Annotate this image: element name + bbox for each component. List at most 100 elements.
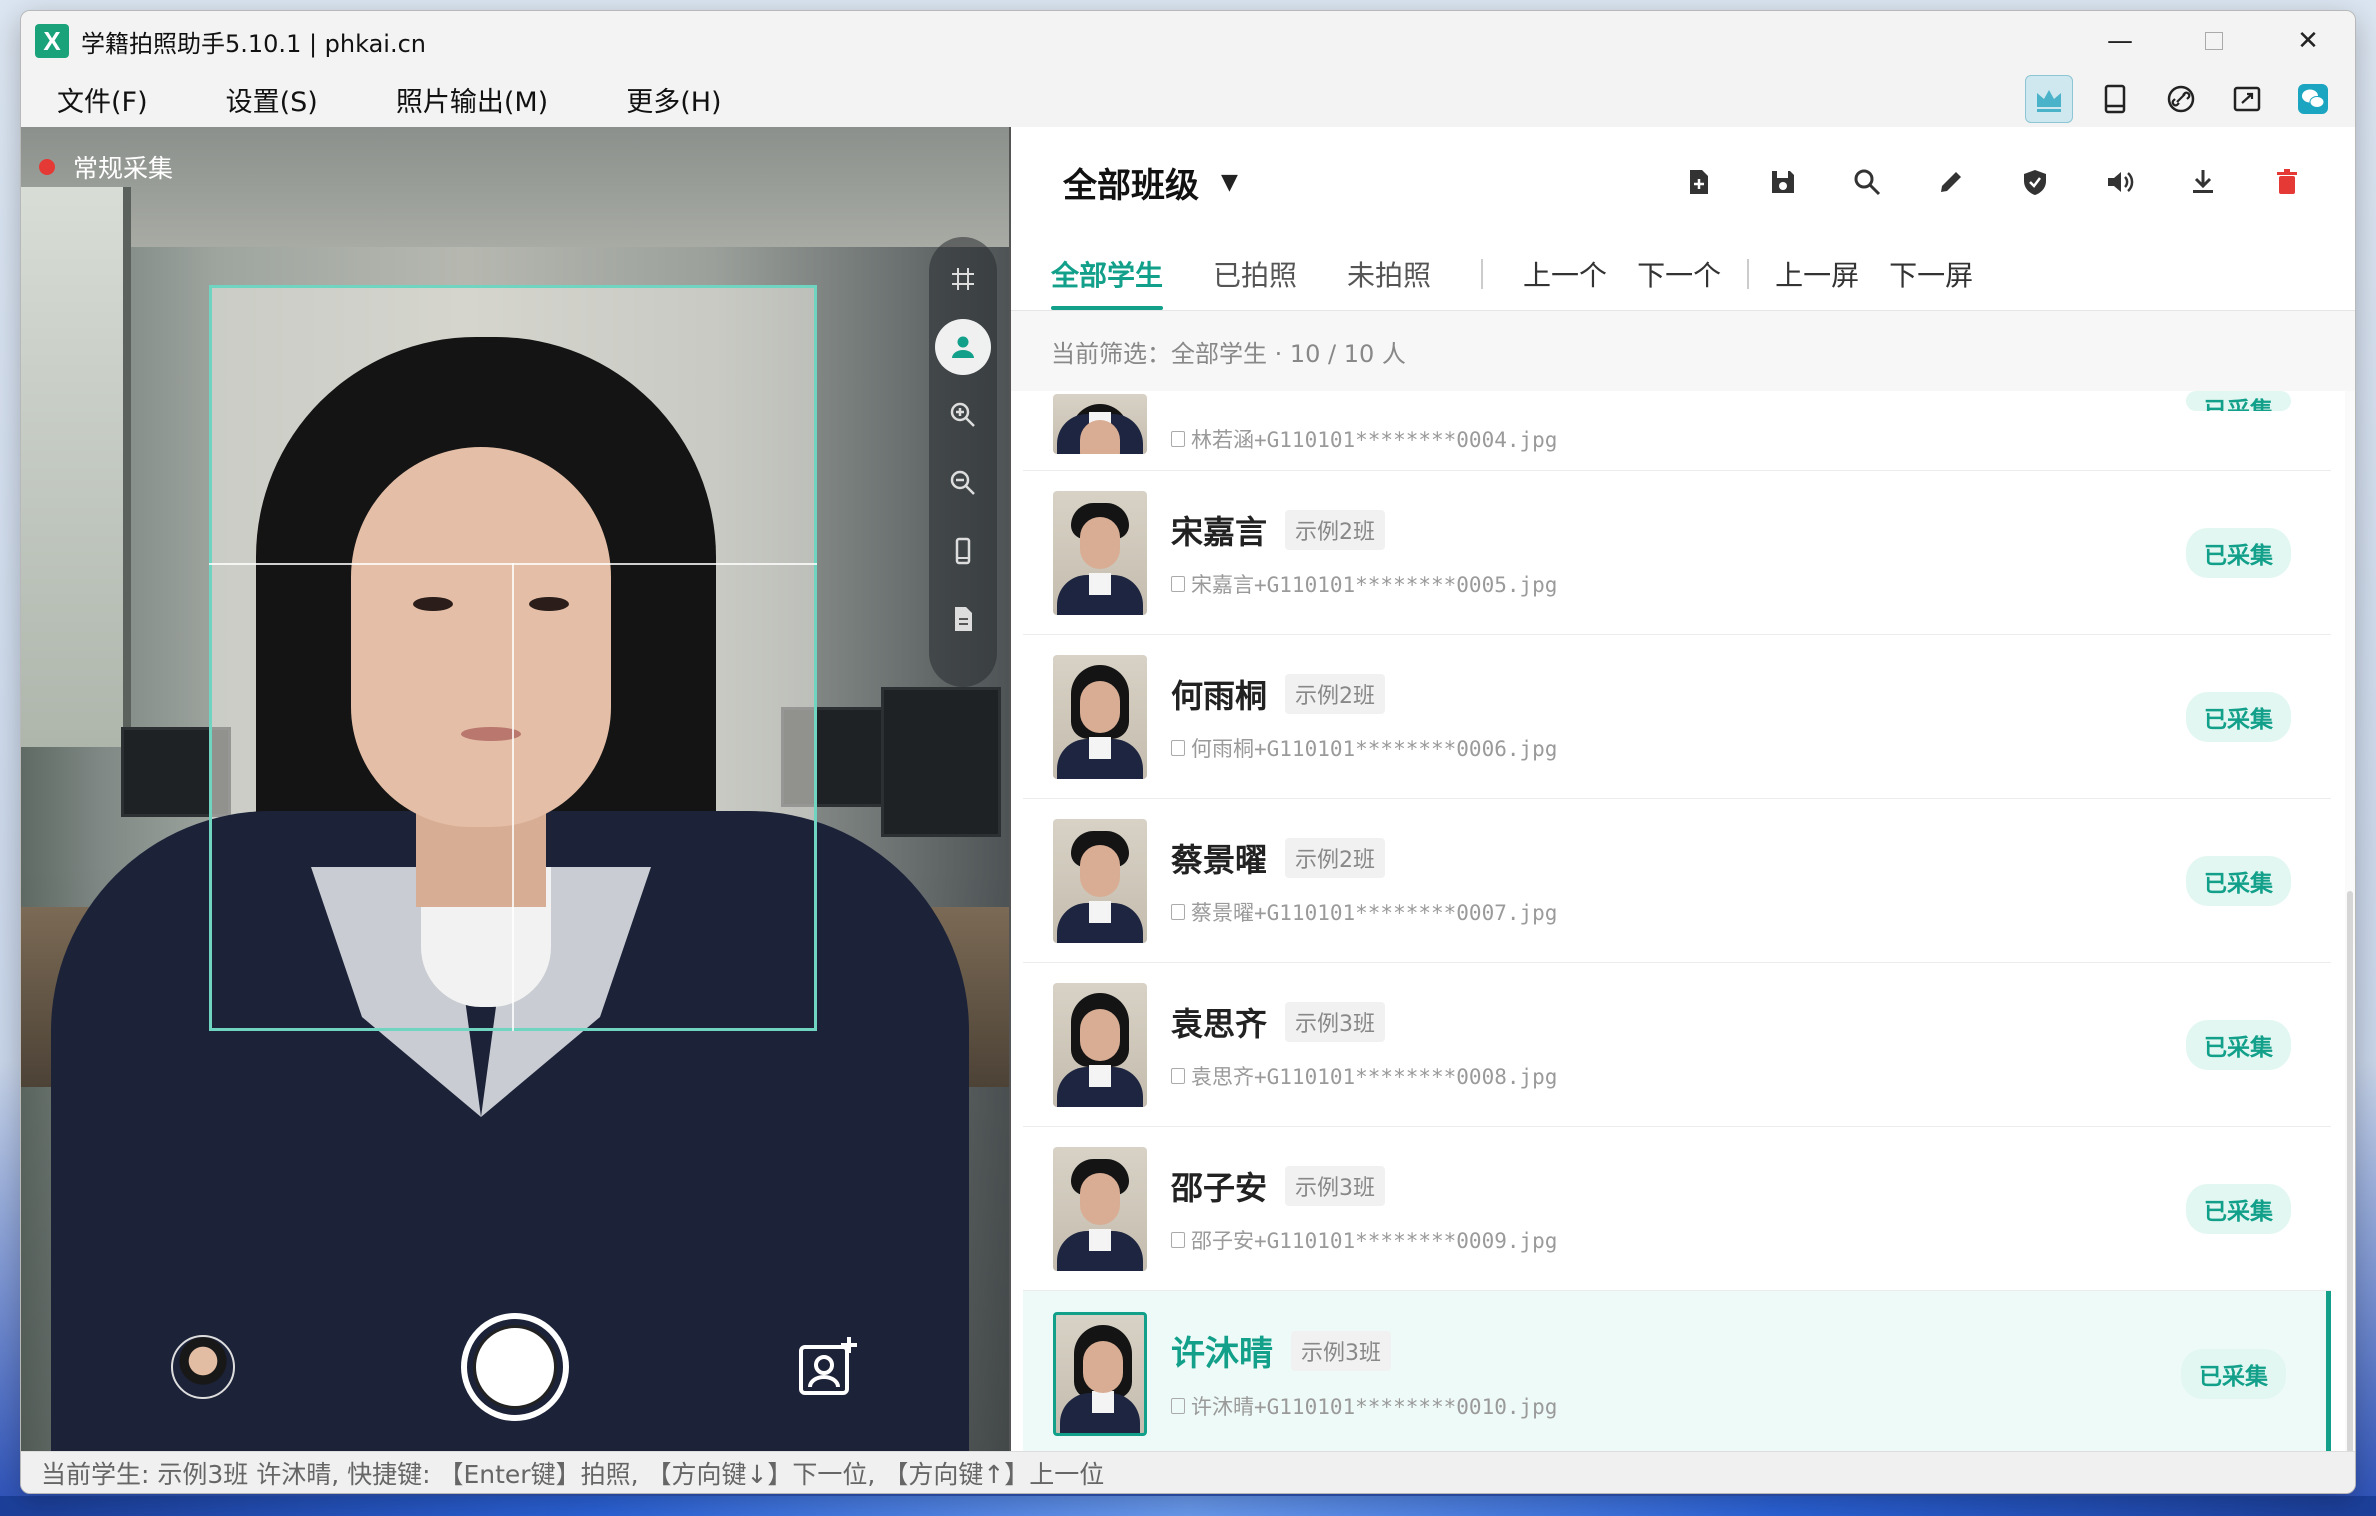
shutter-inner (473, 1325, 557, 1409)
file-icon (1171, 903, 1185, 920)
window-title: 学籍拍照助手5.10.1 | phkai.cn (81, 29, 427, 58)
app-logo-icon: X (35, 24, 69, 58)
student-photo (1053, 1311, 1147, 1436)
divider (1481, 258, 1484, 289)
search-icon[interactable] (1825, 152, 1909, 212)
tablet-icon[interactable] (2091, 75, 2139, 123)
crown-icon[interactable] (2025, 75, 2073, 123)
add-portrait-icon[interactable] (795, 1333, 863, 1401)
menu-toolbar (2025, 75, 2337, 123)
student-info: 袁思齐 示例3班 袁思齐+G110101********0008.jpg (1171, 999, 1557, 1091)
screen-sync-icon[interactable] (2223, 75, 2271, 123)
close-button[interactable]: ✕ (2261, 11, 2355, 71)
student-row[interactable]: 许沐晴 示例3班 许沐晴+G110101********0010.jpg 已采集 (1023, 1291, 2331, 1451)
shutter-button[interactable] (461, 1313, 569, 1421)
photo-collar (1089, 572, 1111, 595)
class-selector[interactable]: 全部班级 (1063, 158, 1199, 207)
student-photo (1053, 490, 1147, 615)
main-area: 常规采集 全部班级 ▼ 全部学生 已拍照 未拍照 上一个 下一个 上一屏 下一屏… (21, 127, 2355, 1491)
delete-icon[interactable] (2245, 152, 2329, 212)
student-name: 蔡景曜 (1171, 840, 1268, 879)
minimize-button[interactable]: — (2073, 11, 2167, 71)
student-photo (1053, 982, 1147, 1107)
file-line: 袁思齐+G110101********0008.jpg (1171, 1061, 1557, 1091)
next-student-button[interactable]: 下一个 (1637, 254, 1721, 294)
shield-icon[interactable] (1993, 152, 2077, 212)
file-line: 许沐晴+G110101********0010.jpg (1171, 1391, 1557, 1421)
menu-photo-output[interactable]: 照片输出(M) (396, 80, 548, 119)
photo-face (1080, 1172, 1120, 1225)
photo-collar (1089, 900, 1111, 923)
student-info: 邵子安 示例3班 邵子安+G110101********0009.jpg (1171, 1163, 1557, 1255)
wechat-icon[interactable] (2289, 75, 2337, 123)
panel-tools (1657, 152, 2329, 212)
status-badge: 已采集 (2186, 1183, 2291, 1234)
tab-photographed[interactable]: 已拍照 (1213, 237, 1297, 310)
camera-preview[interactable]: 常规采集 (21, 127, 1011, 1451)
status-badge: 已采集 (2186, 391, 2291, 411)
student-row[interactable]: 何雨桐 示例2班 何雨桐+G110101********0006.jpg 已采集 (1023, 635, 2331, 799)
edit-icon[interactable] (1909, 152, 1993, 212)
menu-settings[interactable]: 设置(S) (226, 80, 318, 119)
class-tag: 示例2班 (1285, 673, 1386, 714)
window-controls: — ✕ (2073, 11, 2355, 71)
file-icon (1171, 1067, 1185, 1084)
prev-page-button[interactable]: 上一屏 (1775, 254, 1859, 294)
tab-all-students[interactable]: 全部学生 (1051, 237, 1164, 310)
save-icon[interactable] (1741, 152, 1825, 212)
file-icon (1171, 431, 1185, 447)
student-row[interactable]: 袁思齐 示例3班 袁思齐+G110101********0008.jpg 已采集 (1023, 963, 2331, 1127)
file-line: 邵子安+G110101********0009.jpg (1171, 1225, 1557, 1255)
document-icon[interactable] (935, 591, 991, 647)
class-tag: 示例3班 (1291, 1330, 1391, 1371)
student-row[interactable]: 宋嘉言 示例2班 宋嘉言+G110101********0005.jpg 已采集 (1023, 471, 2331, 635)
phone-icon[interactable] (935, 523, 991, 579)
photo-face (1080, 844, 1120, 897)
student-row[interactable]: 林若涵+G110101********0004.jpg 已采集 (1023, 391, 2331, 471)
photo-filename: 袁思齐+G110101********0008.jpg (1191, 1064, 1558, 1089)
photo-face (1080, 1008, 1120, 1061)
photo-filename: 许沐晴+G110101********0010.jpg (1191, 1395, 1558, 1419)
file-icon (1171, 739, 1185, 756)
prev-student-button[interactable]: 上一个 (1523, 254, 1607, 294)
student-info: 宋嘉言 示例2班 宋嘉言+G110101********0005.jpg (1171, 507, 1557, 599)
sound-icon[interactable] (2077, 152, 2161, 212)
list-scrollbar[interactable] (2345, 391, 2355, 1491)
app-window: X 学籍拍照助手5.10.1 | phkai.cn — ✕ 文件(F) 设置(S… (20, 10, 2356, 1494)
last-capture-thumbnail[interactable] (171, 1335, 235, 1399)
zoom-out-icon[interactable] (935, 455, 991, 511)
student-name: 何雨桐 (1171, 676, 1268, 715)
name-line: 许沐晴 示例3班 (1171, 1326, 1557, 1375)
student-name: 袁思齐 (1171, 1004, 1268, 1043)
person-icon[interactable] (935, 319, 991, 375)
scrollbar-thumb[interactable] (2347, 891, 2353, 1491)
photo-filename: 林若涵+G110101********0004.jpg (1191, 428, 1558, 452)
background-monitor (881, 687, 1001, 837)
maximize-button[interactable] (2167, 11, 2261, 71)
student-row[interactable]: 邵子安 示例3班 邵子安+G110101********0009.jpg 已采集 (1023, 1127, 2331, 1291)
menu-file[interactable]: 文件(F) (57, 80, 148, 119)
name-line: 蔡景曜 示例2班 (1171, 835, 1557, 881)
photo-face (1083, 1340, 1123, 1393)
tab-not-photographed[interactable]: 未拍照 (1347, 237, 1431, 310)
file-line: 宋嘉言+G110101********0005.jpg (1171, 569, 1557, 599)
class-tag: 示例3班 (1285, 1165, 1386, 1206)
link-icon[interactable] (2157, 75, 2205, 123)
add-file-icon[interactable] (1657, 152, 1741, 212)
download-icon[interactable] (2161, 152, 2245, 212)
title-bar: X 学籍拍照助手5.10.1 | phkai.cn — ✕ (21, 11, 2355, 71)
classroom-ceiling (21, 127, 1009, 247)
menu-more[interactable]: 更多(H) (626, 80, 721, 119)
desktop-wallpaper (0, 1496, 2376, 1516)
chevron-down-icon[interactable]: ▼ (1221, 170, 1238, 195)
grid-icon[interactable] (935, 251, 991, 307)
photo-filename: 宋嘉言+G110101********0005.jpg (1191, 572, 1558, 597)
student-row[interactable]: 蔡景曜 示例2班 蔡景曜+G110101********0007.jpg 已采集 (1023, 799, 2331, 963)
divider (1747, 258, 1750, 289)
student-panel: 全部班级 ▼ 全部学生 已拍照 未拍照 上一个 下一个 上一屏 下一屏 当前筛选… (1011, 127, 2355, 1491)
zoom-in-icon[interactable] (935, 387, 991, 443)
next-page-button[interactable]: 下一屏 (1889, 254, 1973, 294)
status-badge: 已采集 (2186, 1019, 2291, 1070)
name-line: 何雨桐 示例2班 (1171, 671, 1557, 717)
student-name: 宋嘉言 (1171, 512, 1268, 551)
